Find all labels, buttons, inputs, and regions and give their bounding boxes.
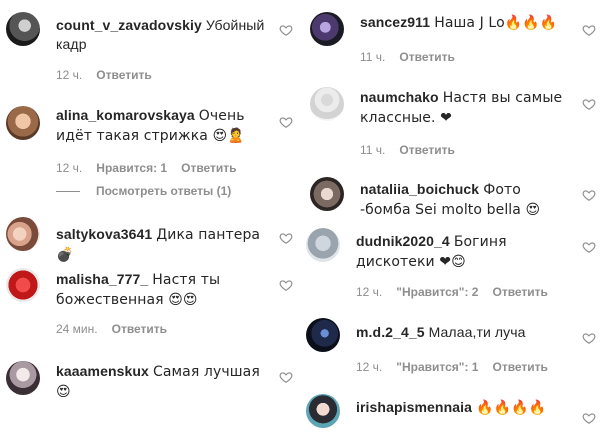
comment-text: malisha_777_ Настя ты божественная 😍😍 [56,270,278,310]
reply-button[interactable]: Ответить [492,285,547,299]
comments-column-right: sancez911 Наша J Lo🔥🔥🔥 11 ч. Ответить naum… [300,0,612,436]
comment-text: m.d.2_4_5 Малаа,ти луча [356,323,578,342]
comment-body: Наша J Lo🔥🔥🔥 [434,15,558,31]
like-heart-icon[interactable] [582,188,596,202]
comment-username[interactable]: sancez911 [360,14,430,30]
comment-meta: 12 ч. "Нравится": 2 Ответить [356,285,548,299]
comment-time[interactable]: 12 ч. [356,360,382,374]
comment-text: count_v_zavadovskiy Убойный кадр [56,16,276,54]
likes-count[interactable]: "Нравится": 1 [396,360,478,374]
comment-text: kaaamenskux Самая лучшая 😍 [56,362,276,402]
comment-time[interactable]: 24 мин. [56,322,98,336]
comment-time[interactable]: 12 ч. [56,68,82,82]
avatar[interactable] [6,12,40,46]
reply-button[interactable]: Ответить [492,360,547,374]
comment-meta: 12 ч. Ответить [56,68,152,82]
comment-username[interactable]: dudnik2020_4 [356,233,450,249]
likes-count[interactable]: Нравится: 1 [96,161,167,175]
comment-time[interactable]: 11 ч. [360,50,385,64]
comment-meta: 11 ч. Ответить [360,143,455,157]
reply-button[interactable]: Ответить [399,50,454,64]
like-heart-icon[interactable] [582,411,596,425]
reply-button[interactable]: Ответить [399,143,454,157]
avatar[interactable] [310,12,344,46]
comment-text: sancez911 Наша J Lo🔥🔥🔥 [360,13,580,33]
likes-count[interactable]: "Нравится": 2 [396,285,478,299]
comment-meta: 12 ч. Нравится: 1 Ответить [56,161,237,175]
reply-button[interactable]: Ответить [181,161,236,175]
comment-text: nataliia_boichuck Фото -бомба Sei molto b… [360,180,555,220]
comment-meta: 11 ч. Ответить [360,50,455,64]
comments-column-left: count_v_zavadovskiy Убойный кадр 12 ч. Отв… [0,0,300,436]
reply-button[interactable]: Ответить [112,322,167,336]
like-heart-icon[interactable] [279,231,293,245]
comment-text: dudnik2020_4 Богиня дискотеки ❤😊 [356,232,578,272]
comment-username[interactable]: count_v_zavadovskiy [56,17,202,33]
comment-username[interactable]: nataliia_boichuck [360,181,479,197]
like-heart-icon[interactable] [582,331,596,345]
avatar[interactable] [6,217,40,251]
avatar[interactable] [6,106,40,140]
comment-meta: 12 ч. "Нравится": 1 Ответить [356,360,548,374]
comment-username[interactable]: naumchako [360,89,439,105]
avatar[interactable] [310,87,344,121]
like-heart-icon[interactable] [582,97,596,111]
comment-username[interactable]: saltykova3641 [56,226,152,242]
replies-divider [56,191,80,193]
like-heart-icon[interactable] [279,23,293,37]
comment-time[interactable]: 11 ч. [360,143,385,157]
avatar[interactable] [306,394,340,428]
avatar[interactable] [306,228,340,262]
avatar[interactable] [6,361,40,395]
comment-username[interactable]: malisha_777_ [56,271,148,287]
comment-username[interactable]: irishapismennaia [356,399,472,415]
comment-meta: 24 мин. Ответить [56,322,167,336]
comment-username[interactable]: m.d.2_4_5 [356,324,425,340]
avatar[interactable] [310,177,344,211]
comment-time[interactable]: 12 ч. [356,285,382,299]
comment-text: naumchako Настя вы самые классные. ❤ [360,88,570,128]
view-replies-label: Посмотреть ответы (1) [96,184,232,198]
comment-username[interactable]: alina_komarovskaya [56,107,195,123]
reply-button[interactable]: Ответить [96,68,151,82]
comment-body: Малаа,ти луча [428,324,526,340]
like-heart-icon[interactable] [582,240,596,254]
comment-username[interactable]: kaaamenskux [56,363,149,379]
like-heart-icon[interactable] [279,370,293,384]
comment-body: 🔥🔥🔥🔥 [475,400,547,416]
comment-time[interactable]: 12 ч. [56,161,82,175]
like-heart-icon[interactable] [279,115,293,129]
like-heart-icon[interactable] [279,278,293,292]
comment-text: irishapismennaia 🔥🔥🔥🔥 [356,398,578,418]
comment-text: alina_komarovskaya Очень идёт такая стриж… [56,106,278,146]
comment-text: saltykova3641 Дика пантера💣 [56,225,276,265]
like-heart-icon[interactable] [582,23,596,37]
avatar[interactable] [6,268,40,302]
avatar[interactable] [306,318,340,352]
view-replies-button[interactable]: Посмотреть ответы (1) [56,184,231,198]
